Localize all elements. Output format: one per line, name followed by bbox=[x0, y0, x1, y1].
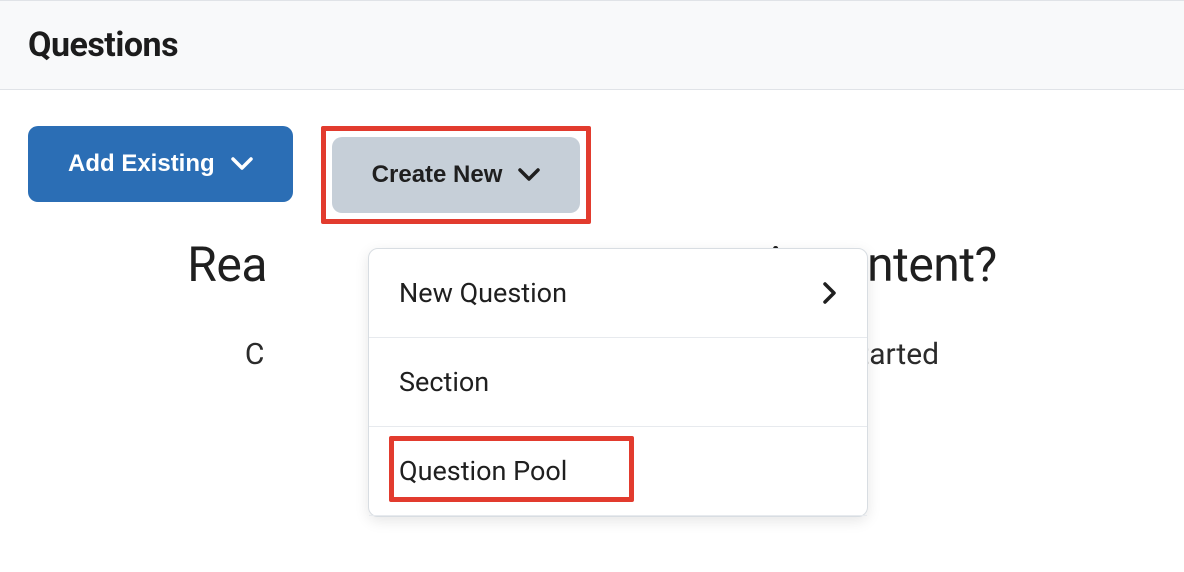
bg-sub-left: C bbox=[245, 337, 265, 372]
button-row: Add Existing Create New bbox=[28, 126, 1156, 224]
chevron-right-icon bbox=[823, 282, 837, 304]
bg-heading-left: Rea bbox=[187, 236, 267, 293]
header-bar: Questions bbox=[0, 0, 1184, 90]
dropdown-item-question-pool[interactable]: Question Pool bbox=[369, 427, 867, 516]
dropdown-item-new-question[interactable]: New Question bbox=[369, 249, 867, 338]
dropdown-item-label: New Question bbox=[399, 277, 567, 309]
create-new-dropdown: New Question Section Question Pool bbox=[368, 248, 868, 517]
create-new-label: Create New bbox=[372, 161, 503, 189]
chevron-down-icon bbox=[231, 157, 253, 171]
content-area: Add Existing Create New New Question Sec… bbox=[0, 90, 1184, 224]
dropdown-item-section[interactable]: Section bbox=[369, 338, 867, 427]
page-title: Questions bbox=[28, 25, 1156, 65]
add-existing-label: Add Existing bbox=[68, 150, 215, 178]
dropdown-item-label: Section bbox=[399, 366, 489, 398]
add-existing-button[interactable]: Add Existing bbox=[28, 126, 293, 202]
chevron-down-icon bbox=[518, 168, 540, 182]
create-new-button[interactable]: Create New bbox=[332, 137, 581, 213]
create-new-highlight: Create New bbox=[321, 126, 592, 224]
dropdown-item-label: Question Pool bbox=[399, 455, 567, 487]
